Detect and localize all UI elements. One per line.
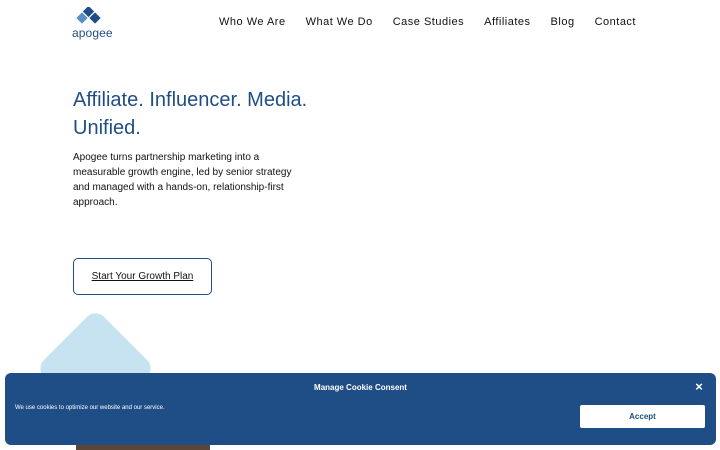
cookie-title: Manage Cookie Consent: [314, 383, 407, 392]
nav-what-we-do[interactable]: What We Do: [306, 16, 373, 28]
close-icon[interactable]: ×: [693, 380, 705, 393]
accept-cookies-button[interactable]: Accept: [580, 405, 705, 428]
nav-who-we-are[interactable]: Who We Are: [219, 16, 286, 28]
cookie-consent-banner: Manage Cookie Consent × We use cookies t…: [5, 373, 716, 445]
hero-description: Apogee turns partnership marketing into …: [73, 152, 292, 208]
nav-blog[interactable]: Blog: [551, 16, 575, 28]
hero-title: Affiliate. Influencer. Media. Unified.: [73, 89, 308, 139]
brand-logo[interactable]: apogee: [72, 7, 113, 40]
logo-diamond-icon: [76, 7, 101, 24]
nav-case-studies[interactable]: Case Studies: [393, 16, 464, 28]
start-growth-plan-button[interactable]: Start Your Growth Plan: [73, 258, 212, 295]
main-nav: Who We Are What We Do Case Studies Affil…: [219, 16, 636, 28]
cookie-message: We use cookies to optimize our website a…: [15, 405, 165, 411]
nav-affiliates[interactable]: Affiliates: [484, 16, 530, 28]
logo-text: apogee: [72, 26, 113, 40]
nav-contact[interactable]: Contact: [595, 16, 636, 28]
